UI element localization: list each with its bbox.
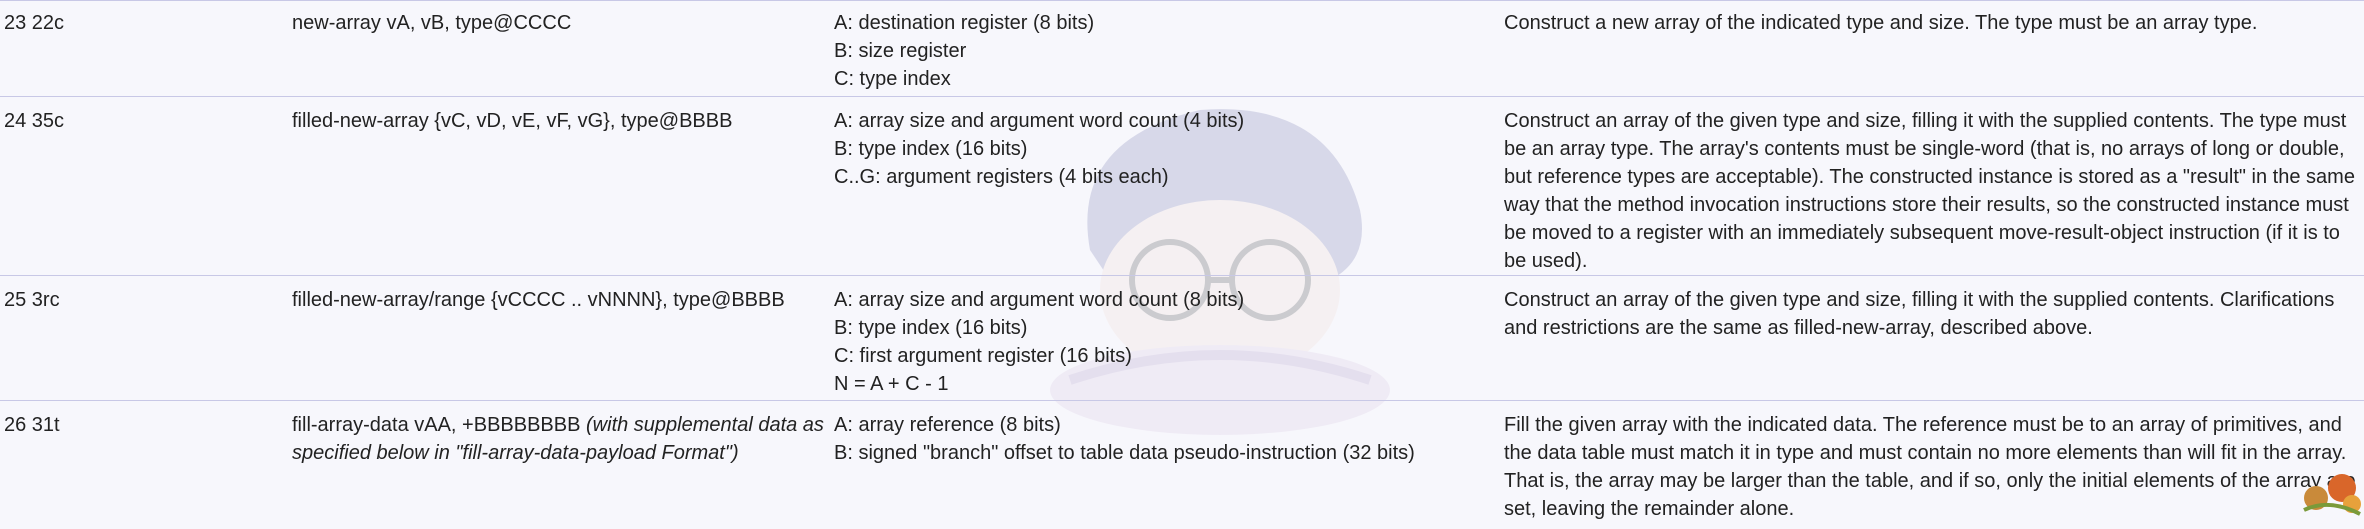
format-cell: fill-array-data vAA, +BBBBBBBB (with sup… <box>288 401 830 529</box>
arg-line: C: type index <box>834 65 1496 93</box>
format-cell: filled-new-array/range {vCCCC .. vNNNN},… <box>288 276 830 401</box>
opcode-cell: 25 3rc <box>0 276 288 401</box>
args-cell: A: destination register (8 bits) B: size… <box>830 1 1500 97</box>
opcode-table: 23 22c new-array vA, vB, type@CCCC A: de… <box>0 0 2364 529</box>
table-row: 25 3rc filled-new-array/range {vCCCC .. … <box>0 276 2364 401</box>
description-cell: Construct an array of the given type and… <box>1500 276 2364 401</box>
opcode-cell: 24 35c <box>0 97 288 276</box>
format-syntax: new-array vA, vB, type@CCCC <box>292 12 571 34</box>
args-cell: A: array size and argument word count (4… <box>830 97 1500 276</box>
opcode-cell: 23 22c <box>0 1 288 97</box>
arg-line: B: type index (16 bits) <box>834 135 1496 163</box>
arg-line: C..G: argument registers (4 bits each) <box>834 163 1496 191</box>
arg-line: C: first argument register (16 bits) <box>834 342 1496 370</box>
arg-line: A: array size and argument word count (8… <box>834 286 1496 314</box>
args-cell: A: array size and argument word count (8… <box>830 276 1500 401</box>
format-syntax: filled-new-array/range {vCCCC .. vNNNN},… <box>292 289 785 311</box>
format-cell: new-array vA, vB, type@CCCC <box>288 1 830 97</box>
arg-line: B: signed "branch" offset to table data … <box>834 439 1496 467</box>
description-cell: Construct an array of the given type and… <box>1500 97 2364 276</box>
opcode-cell: 26 31t <box>0 401 288 529</box>
args-cell: A: array reference (8 bits) B: signed "b… <box>830 401 1500 529</box>
arg-line: B: type index (16 bits) <box>834 314 1496 342</box>
table-row: 24 35c filled-new-array {vC, vD, vE, vF,… <box>0 97 2364 276</box>
format-syntax: fill-array-data vAA, +BBBBBBBB <box>292 414 580 436</box>
format-syntax: filled-new-array {vC, vD, vE, vF, vG}, t… <box>292 110 732 132</box>
mascot-icon <box>2294 458 2364 518</box>
description-cell: Construct a new array of the indicated t… <box>1500 1 2364 97</box>
table-row: 23 22c new-array vA, vB, type@CCCC A: de… <box>0 1 2364 97</box>
format-cell: filled-new-array {vC, vD, vE, vF, vG}, t… <box>288 97 830 276</box>
arg-line: B: size register <box>834 37 1496 65</box>
table-row: 26 31t fill-array-data vAA, +BBBBBBBB (w… <box>0 401 2364 529</box>
description-cell: Fill the given array with the indicated … <box>1500 401 2364 529</box>
arg-line: A: array size and argument word count (4… <box>834 107 1496 135</box>
arg-line: A: array reference (8 bits) <box>834 411 1496 439</box>
arg-line: N = A + C - 1 <box>834 370 1496 398</box>
arg-line: A: destination register (8 bits) <box>834 9 1496 37</box>
